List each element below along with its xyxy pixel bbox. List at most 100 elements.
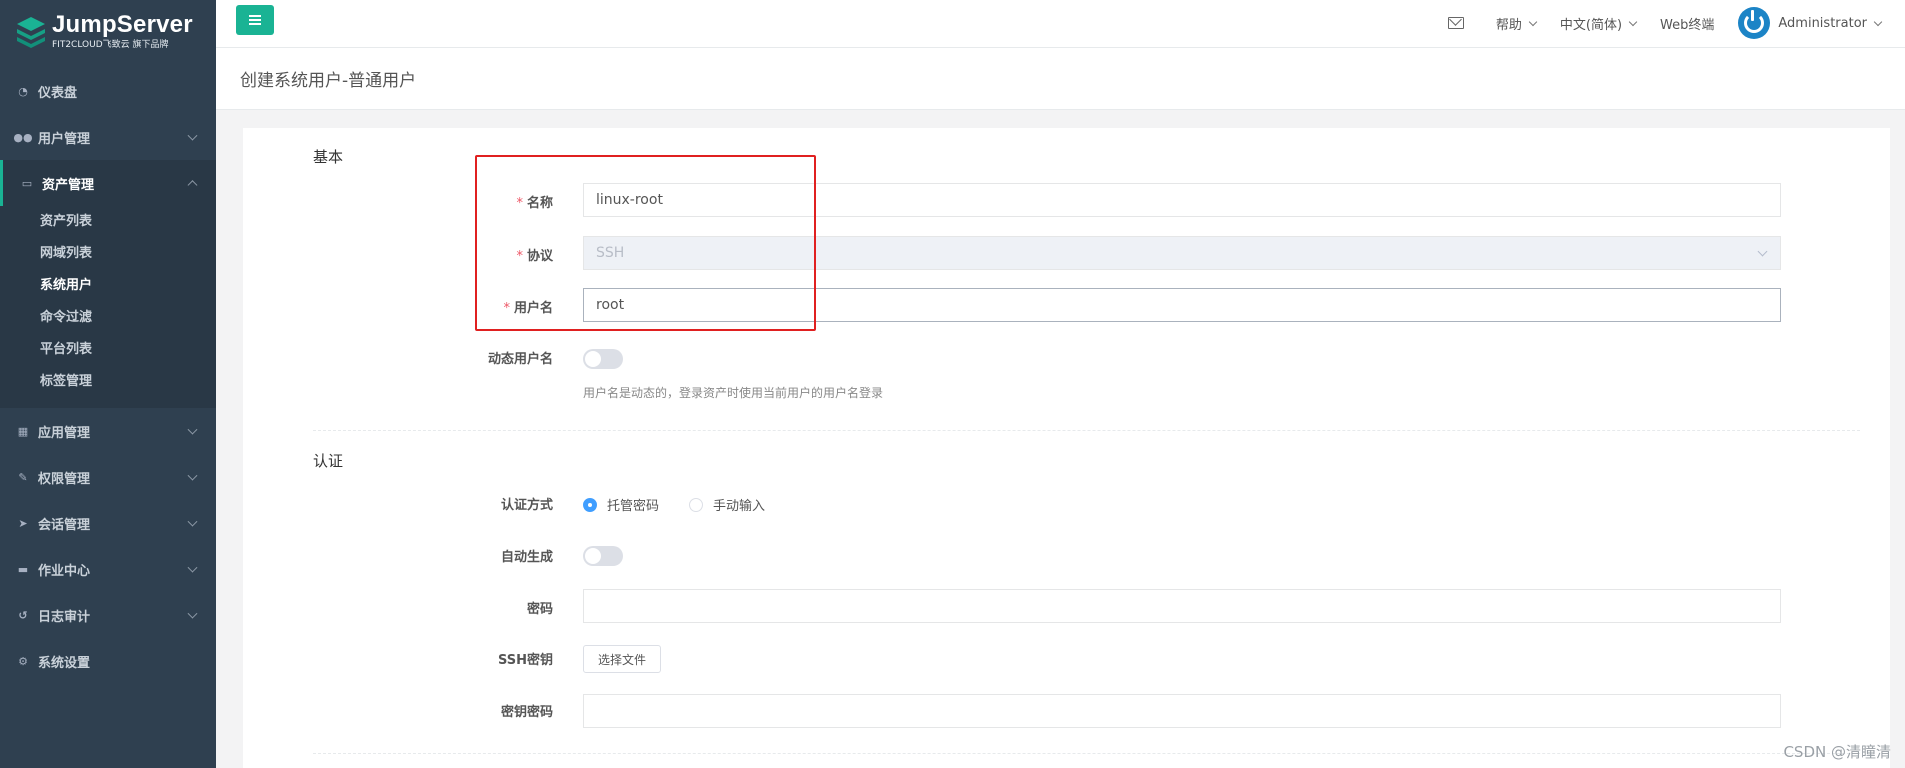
chevron-down-icon xyxy=(1757,246,1768,257)
sidebar-subitem-domain-list[interactable]: 网域列表 xyxy=(0,238,216,270)
section-divider xyxy=(313,430,1860,431)
sidebar-subitem-label-management[interactable]: 标签管理 xyxy=(0,366,216,398)
required-mark: * xyxy=(516,196,523,211)
rocket-icon: ➤ xyxy=(18,516,28,530)
top-right-nav: 帮助 中文(简体) Web终端 Administrator xyxy=(1424,0,1883,46)
page-title: 创建系统用户-普通用户 xyxy=(240,71,417,91)
power-icon xyxy=(1744,10,1765,33)
sidebar-item-label: 权限管理 xyxy=(38,471,91,487)
chevron-down-icon xyxy=(187,516,198,527)
user-name: Administrator xyxy=(1778,15,1867,31)
sidebar-item-users[interactable]: ●● 用户管理 xyxy=(0,114,216,160)
chevron-down-icon xyxy=(1873,17,1883,26)
sidebar-menu: ◔ 仪表盘 ●● 用户管理 ▭ 资产管理 资产列表 网域列表 系统用户 命令过滤… xyxy=(0,68,216,684)
history-icon: ↺ xyxy=(18,608,28,622)
sidebar-item-jobs[interactable]: ▬ 作业中心 xyxy=(0,546,216,592)
chevron-down-icon xyxy=(187,130,198,141)
help-label: 帮助 xyxy=(1495,17,1522,33)
sidebar-item-label: 用户管理 xyxy=(38,131,91,147)
brand-logo[interactable]: JumpServer FIT2CLOUD飞致云 旗下品牌 xyxy=(0,0,216,64)
chevron-up-icon xyxy=(187,180,198,191)
inbox-icon: ▭ xyxy=(21,176,33,190)
edit-icon: ✎ xyxy=(18,470,28,484)
password-input[interactable] xyxy=(583,589,1781,623)
chevron-down-icon xyxy=(1528,17,1538,26)
sidebar: JumpServer FIT2CLOUD飞致云 旗下品牌 ◔ 仪表盘 ●● 用户… xyxy=(0,0,216,768)
protocol-label: * 协议 xyxy=(516,249,553,264)
sidebar-item-settings[interactable]: ⚙ 系统设置 xyxy=(0,638,216,684)
grid-icon: ▦ xyxy=(17,424,29,438)
keyboard-icon: ▬ xyxy=(17,562,29,576)
sidebar-item-label: 系统设置 xyxy=(38,655,91,671)
messages-button[interactable] xyxy=(1447,17,1464,29)
chevron-down-icon xyxy=(187,470,198,481)
section-divider xyxy=(313,753,1860,754)
password-label: 密码 xyxy=(526,602,553,617)
menu-toggle-button[interactable] xyxy=(236,5,274,35)
sidebar-item-label: 仪表盘 xyxy=(38,85,78,101)
auth-radio-manual[interactable]: 手动输入 xyxy=(689,495,765,514)
watermark: CSDN @清瞳清 xyxy=(1783,743,1891,761)
sidebar-item-audit[interactable]: ↺ 日志审计 xyxy=(0,592,216,638)
protocol-select[interactable]: SSH xyxy=(583,236,1781,270)
web-terminal-label: Web终端 xyxy=(1660,17,1715,33)
user-dropdown[interactable]: Administrator xyxy=(1738,7,1883,39)
page-heading: 创建系统用户-普通用户 xyxy=(216,48,1905,110)
brand-subtitle: FIT2CLOUD飞致云 旗下品牌 xyxy=(52,40,169,50)
sidebar-item-label: 日志审计 xyxy=(38,609,91,625)
dashboard-icon: ◔ xyxy=(18,84,28,98)
sidebar-subitem-asset-list[interactable]: 资产列表 xyxy=(0,206,216,238)
mail-icon xyxy=(1447,17,1464,29)
sidebar-item-applications[interactable]: ▦ 应用管理 xyxy=(0,408,216,454)
language-label: 中文(简体) xyxy=(1559,17,1623,33)
radio-checked-icon xyxy=(583,497,597,512)
dynamic-username-hint: 用户名是动态的，登录资产时使用当前用户的用户名登录 xyxy=(583,386,884,400)
radio-label: 托管密码 xyxy=(607,499,660,514)
chevron-down-icon xyxy=(187,608,198,619)
key-password-input[interactable] xyxy=(583,694,1781,728)
section-basic-title: 基本 xyxy=(313,148,344,166)
ssh-key-label: SSH密钥 xyxy=(497,653,553,668)
sidebar-item-dashboard[interactable]: ◔ 仪表盘 xyxy=(0,68,216,114)
chevron-down-icon xyxy=(1628,17,1638,26)
dynamic-username-label: 动态用户名 xyxy=(487,352,553,367)
sidebar-subitem-system-user[interactable]: 系统用户 xyxy=(0,270,216,302)
sidebar-item-label: 作业中心 xyxy=(38,563,91,579)
username-input[interactable]: root xyxy=(583,288,1781,322)
radio-unchecked-icon xyxy=(689,497,703,512)
name-input[interactable]: linux-root xyxy=(583,183,1781,217)
choose-file-button[interactable]: 选择文件 xyxy=(583,645,662,673)
chevron-down-icon xyxy=(187,562,198,573)
auto-generate-label: 自动生成 xyxy=(500,550,553,565)
brand-title: JumpServer xyxy=(52,11,193,38)
required-mark: * xyxy=(503,301,510,316)
section-auth-title: 认证 xyxy=(313,452,344,470)
dynamic-username-toggle[interactable] xyxy=(583,349,623,369)
auth-method-label: 认证方式 xyxy=(500,498,553,513)
hamburger-icon xyxy=(249,19,261,21)
required-mark: * xyxy=(516,249,523,264)
users-icon: ●● xyxy=(13,130,33,144)
help-dropdown[interactable]: 帮助 xyxy=(1495,14,1538,33)
auth-radio-managed[interactable]: 托管密码 xyxy=(583,495,659,514)
assets-submenu: 资产列表 网域列表 系统用户 命令过滤 平台列表 标签管理 xyxy=(0,206,216,408)
gears-icon: ⚙ xyxy=(18,654,28,668)
language-dropdown[interactable]: 中文(简体) xyxy=(1559,14,1638,33)
sidebar-item-assets[interactable]: ▭ 资产管理 xyxy=(0,160,216,206)
auto-generate-toggle[interactable] xyxy=(583,546,623,566)
sidebar-subitem-command-filter[interactable]: 命令过滤 xyxy=(0,302,216,334)
radio-label: 手动输入 xyxy=(713,499,766,514)
sidebar-item-permissions[interactable]: ✎ 权限管理 xyxy=(0,454,216,500)
chevron-down-icon xyxy=(187,424,198,435)
sidebar-item-sessions[interactable]: ➤ 会话管理 xyxy=(0,500,216,546)
protocol-value: SSH xyxy=(596,245,625,261)
sidebar-subitem-platform-list[interactable]: 平台列表 xyxy=(0,334,216,366)
web-terminal-link[interactable]: Web终端 xyxy=(1660,14,1714,33)
top-navbar: 帮助 中文(简体) Web终端 Administrator xyxy=(216,0,1905,48)
sidebar-item-label: 应用管理 xyxy=(38,425,91,441)
key-password-label: 密钥密码 xyxy=(500,705,553,720)
avatar xyxy=(1738,7,1771,39)
sidebar-item-label: 会话管理 xyxy=(38,517,91,533)
name-label: * 名称 xyxy=(516,196,553,211)
form-card: 基本 * 名称 linux-root * 协议 SSH * 用户名 root 动态用户… xyxy=(243,128,1890,768)
